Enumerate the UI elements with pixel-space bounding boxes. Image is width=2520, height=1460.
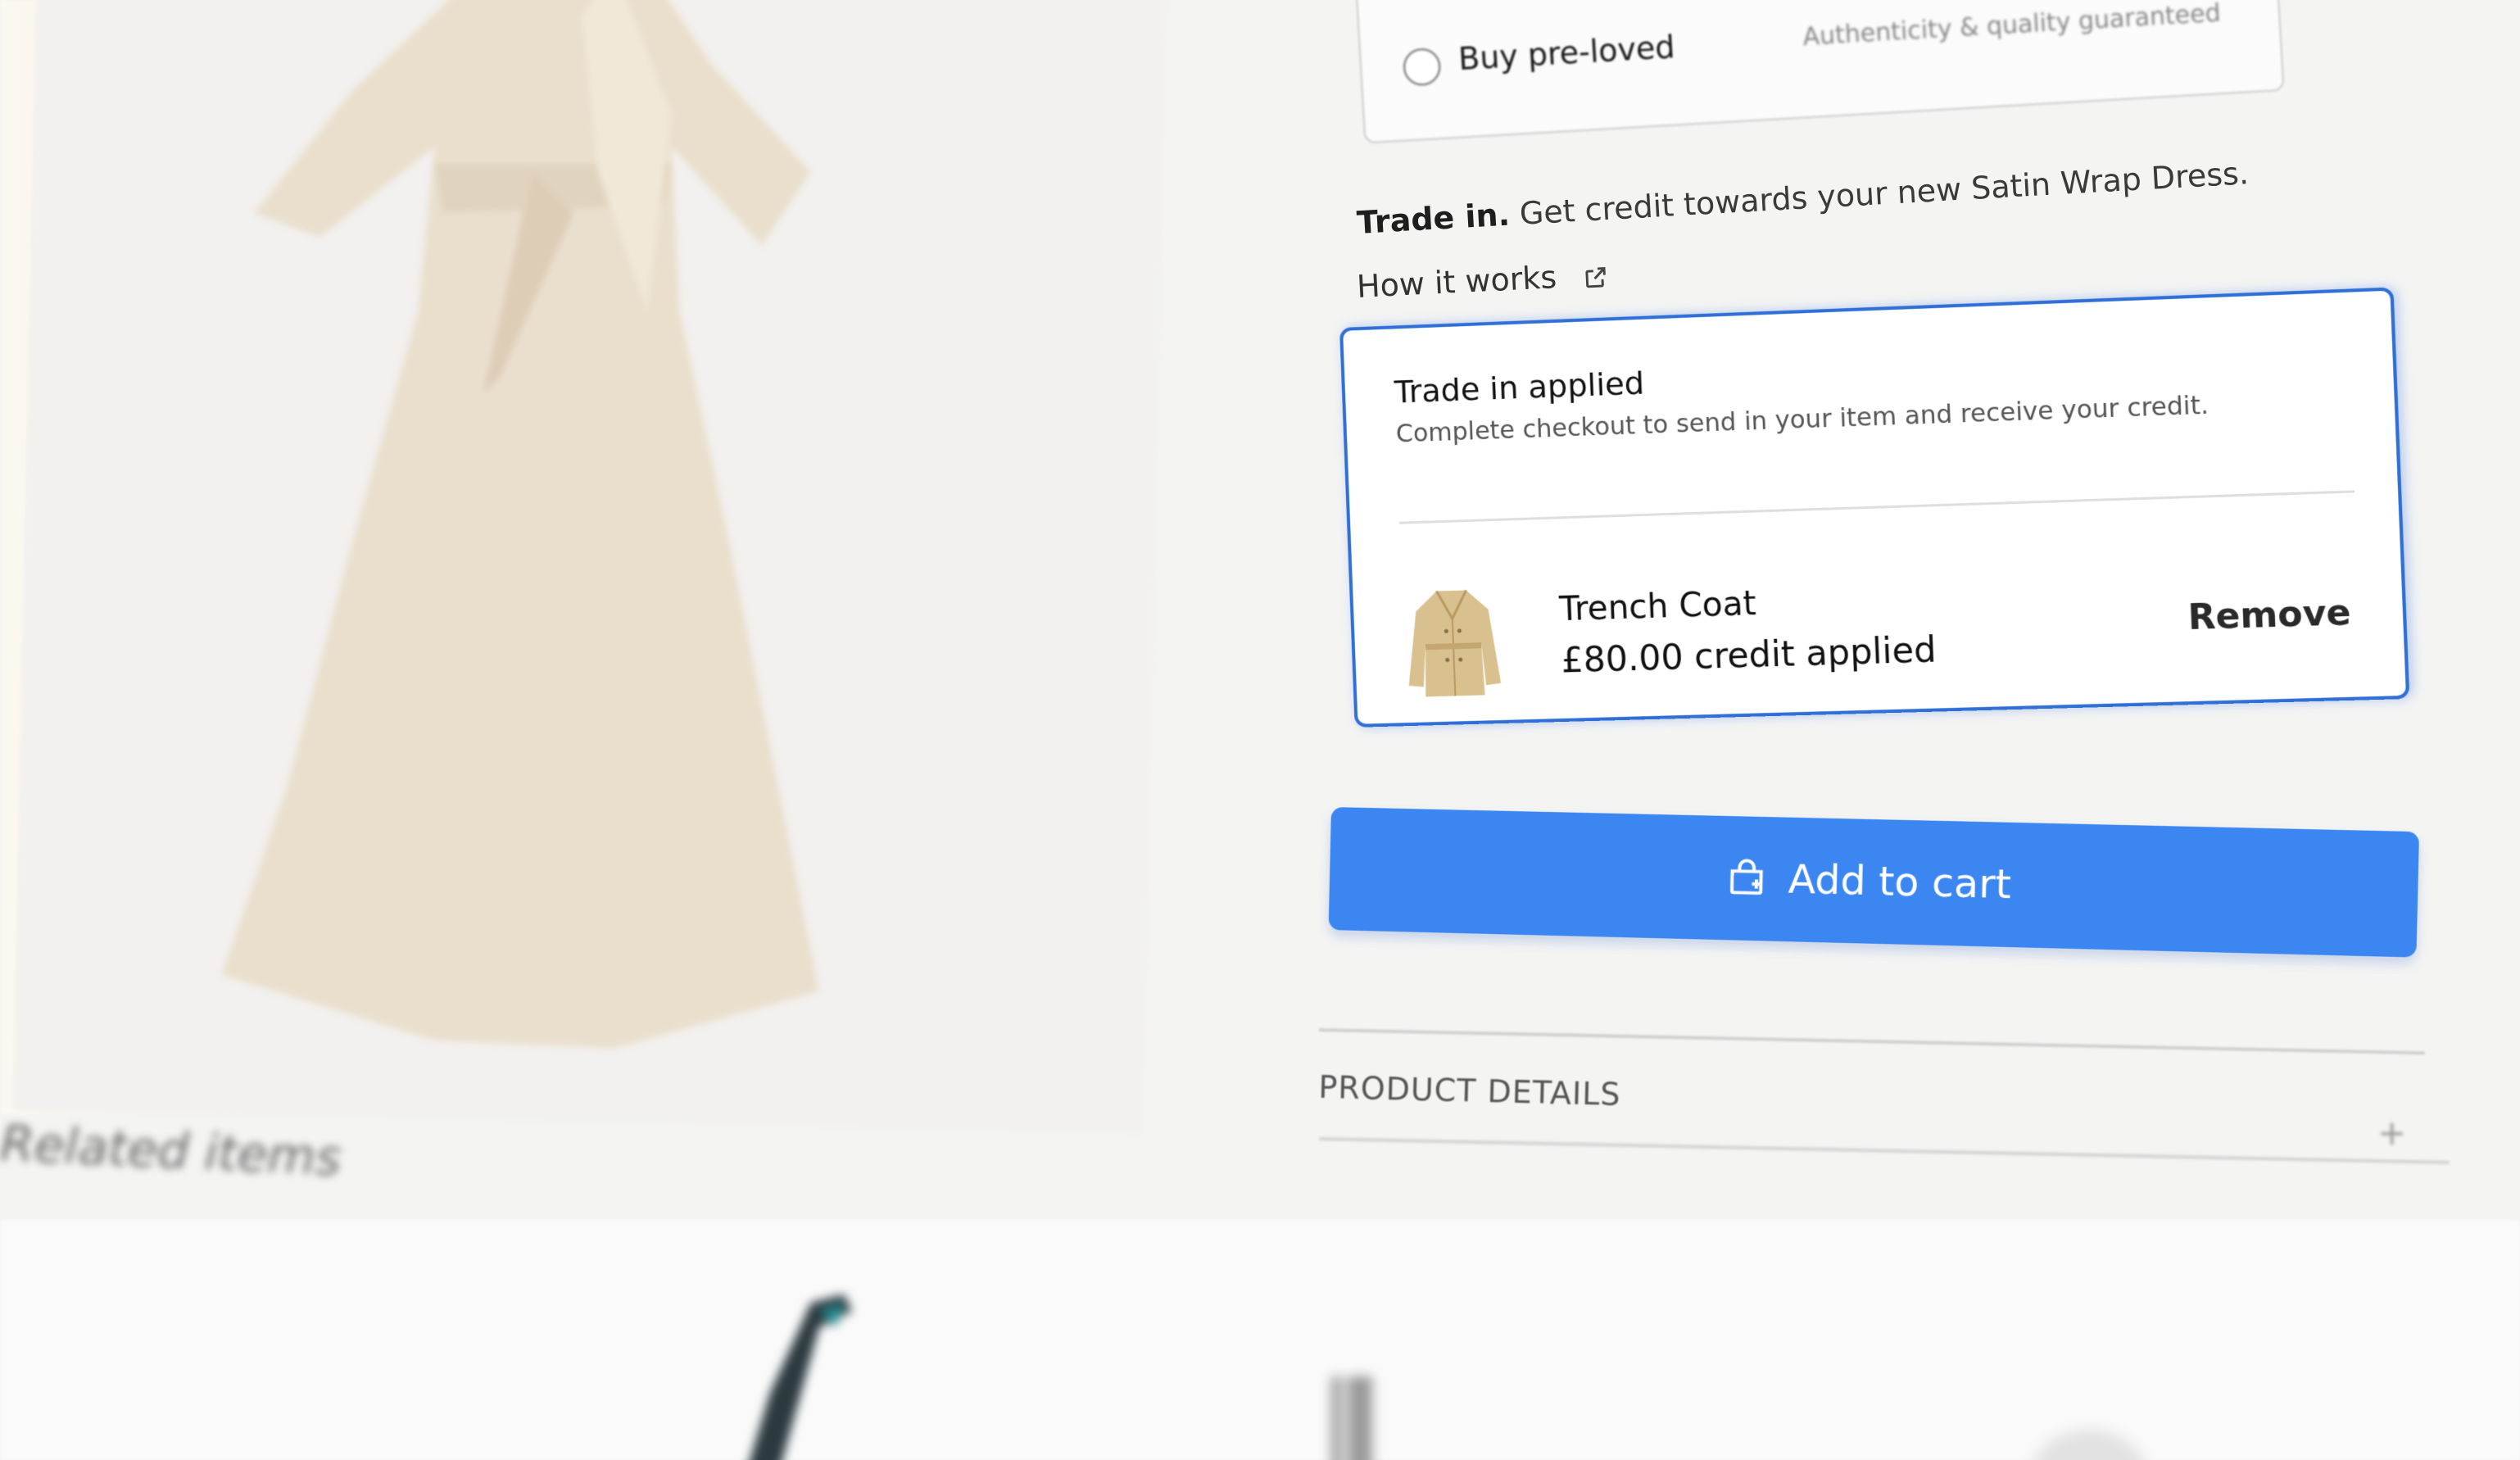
purchase-panel: Buy pre-loved £... Authenticity & qualit… [1278,0,2520,1229]
preloved-note: Authenticity & quality guaranteed [1802,0,2222,52]
product-page: Related items Buy pre-loved £... Authent… [0,0,2520,1460]
preloved-radio[interactable] [1402,47,1442,87]
trade-in-heading-bold: Trade in. [1356,197,1511,241]
trade-in-applied-card: Trade in applied Complete checkout to se… [1339,287,2409,727]
remove-trade-in-button[interactable]: Remove [2187,592,2352,637]
related-item-bottle-image[interactable] [1315,1376,1389,1460]
trade-in-item-name: Trench Coat [1558,585,1756,629]
related-items-title: Related items [0,1115,342,1187]
how-it-works-link[interactable]: How it works [1356,256,1610,305]
preloved-label: Buy pre-loved [1457,29,1676,77]
shopping-bag-plus-icon [1725,856,1769,900]
card-divider [1399,490,2355,524]
trade-in-credit: £80.00 credit applied [1561,629,1938,681]
dress-image [188,0,1008,1081]
product-details-toggle[interactable]: PRODUCT DETAILS [1318,1069,1621,1113]
details-divider-top [1319,1028,2425,1054]
how-it-works-label: How it works [1356,259,1557,305]
related-item-vacuum-image[interactable] [721,1295,868,1460]
related-item-round-image[interactable] [2024,1409,2155,1460]
preloved-option-card[interactable]: Buy pre-loved £... Authenticity & qualit… [1353,0,2285,144]
external-link-icon [1582,263,1610,291]
trench-coat-thumbnail [1402,584,1505,702]
trade-in-heading-text: Get credit towards your new Satin Wrap D… [1519,155,2250,232]
trade-in-heading: Trade in. Get credit towards your new Sa… [1356,155,2250,241]
details-divider-bottom [1319,1137,2450,1164]
add-to-cart-button[interactable]: Add to cart [1329,807,2419,958]
trade-in-applied-title: Trade in applied [1394,365,1645,410]
add-to-cart-label: Add to cart [1788,856,2011,908]
plus-icon[interactable]: + [2377,1113,2406,1153]
